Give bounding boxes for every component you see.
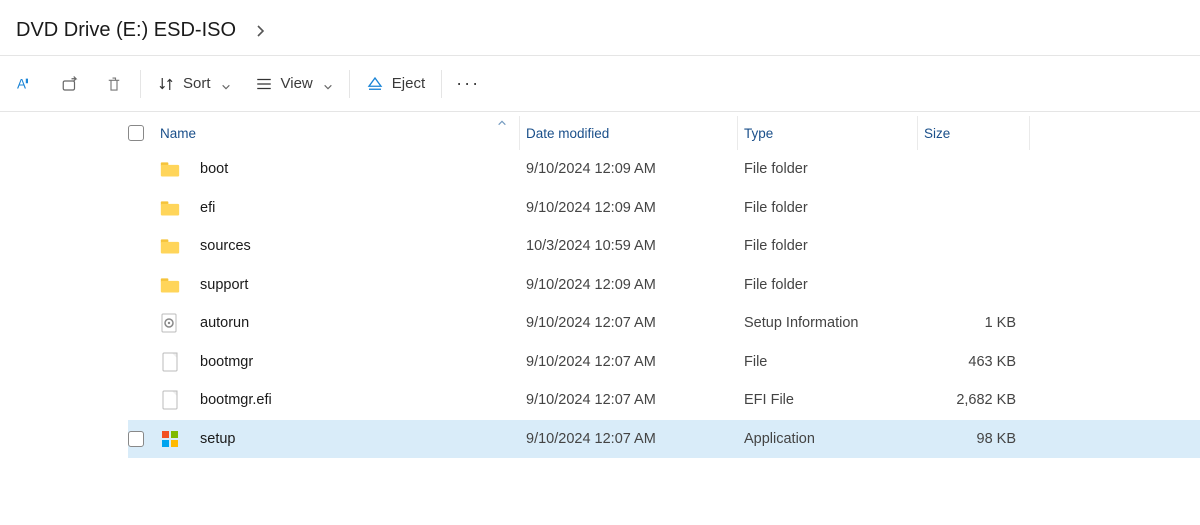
- file-name: bootmgr: [200, 354, 253, 370]
- eject-icon: [366, 75, 384, 93]
- file-row[interactable]: sources 10/3/2024 10:59 AMFile folder: [128, 227, 1200, 266]
- file-row[interactable]: bootmgr.efi 9/10/2024 12:07 AMEFI File2,6…: [128, 381, 1200, 420]
- view-button[interactable]: View: [243, 64, 345, 104]
- separator: [140, 70, 141, 98]
- column-header-type[interactable]: Type: [738, 116, 918, 150]
- file-name-cell[interactable]: autorun: [160, 313, 520, 333]
- share-button[interactable]: [48, 64, 92, 104]
- file-name: bootmgr.efi: [200, 392, 272, 408]
- row-checkbox[interactable]: [128, 431, 160, 447]
- separator: [441, 70, 442, 98]
- file-row[interactable]: setup 9/10/2024 12:07 AMApplication98 KB: [128, 420, 1200, 459]
- app-icon: [160, 429, 180, 449]
- folder-icon: [160, 159, 180, 179]
- cut-icon: A▮: [17, 75, 35, 93]
- column-header-name[interactable]: Name: [160, 116, 520, 150]
- view-icon: [255, 75, 273, 93]
- file-name: setup: [200, 431, 235, 447]
- file-name-cell[interactable]: support: [160, 275, 520, 295]
- file-type: File folder: [738, 200, 918, 216]
- file-name-cell[interactable]: bootmgr: [160, 352, 520, 372]
- folder-icon: [160, 198, 180, 218]
- column-header-row: Name Date modified Type Size: [0, 116, 1200, 150]
- breadcrumb: DVD Drive (E:) ESD-ISO: [0, 0, 1200, 56]
- file-row[interactable]: support 9/10/2024 12:09 AMFile folder: [128, 266, 1200, 305]
- file-name: boot: [200, 161, 228, 177]
- file-row[interactable]: efi 9/10/2024 12:09 AMFile folder: [128, 189, 1200, 228]
- file-date: 9/10/2024 12:07 AM: [520, 354, 738, 370]
- file-type: File folder: [738, 161, 918, 177]
- trash-icon: [105, 75, 123, 93]
- column-header-size[interactable]: Size: [918, 116, 1030, 150]
- file-date: 10/3/2024 10:59 AM: [520, 238, 738, 254]
- eject-label: Eject: [392, 75, 425, 92]
- eject-button[interactable]: Eject: [354, 64, 437, 104]
- file-row[interactable]: autorun 9/10/2024 12:07 AMSetup Informati…: [128, 304, 1200, 343]
- sort-chevron-up-icon: [497, 116, 507, 131]
- file-size: 2,682 KB: [918, 392, 1030, 408]
- view-label: View: [281, 75, 313, 92]
- file-type: File folder: [738, 277, 918, 293]
- file-name-cell[interactable]: bootmgr.efi: [160, 390, 520, 410]
- file-type: Application: [738, 431, 918, 447]
- sort-label: Sort: [183, 75, 211, 92]
- file-row[interactable]: boot 9/10/2024 12:09 AMFile folder: [128, 150, 1200, 189]
- cut-button[interactable]: A▮: [4, 64, 48, 104]
- file-name: autorun: [200, 315, 249, 331]
- file-date: 9/10/2024 12:09 AM: [520, 200, 738, 216]
- separator: [349, 70, 350, 98]
- file-type: Setup Information: [738, 315, 918, 331]
- file-row[interactable]: bootmgr 9/10/2024 12:07 AMFile463 KB: [128, 343, 1200, 382]
- chevron-down-icon: [323, 79, 333, 89]
- file-name-cell[interactable]: efi: [160, 198, 520, 218]
- file-type: File: [738, 354, 918, 370]
- file-date: 9/10/2024 12:09 AM: [520, 161, 738, 177]
- folder-icon: [160, 275, 180, 295]
- more-button[interactable]: ···: [446, 64, 490, 104]
- file-listing: Name Date modified Type Size boot 9/10/20…: [0, 112, 1200, 458]
- file-name-cell[interactable]: sources: [160, 236, 520, 256]
- file-date: 9/10/2024 12:09 AM: [520, 277, 738, 293]
- file-type: File folder: [738, 238, 918, 254]
- folder-icon: [160, 236, 180, 256]
- select-all-checkbox[interactable]: [128, 125, 160, 141]
- file-date: 9/10/2024 12:07 AM: [520, 315, 738, 331]
- file-icon: [160, 390, 180, 410]
- file-name: sources: [200, 238, 251, 254]
- sort-icon: [157, 75, 175, 93]
- share-icon: [61, 75, 79, 93]
- svg-text:▮: ▮: [25, 78, 28, 84]
- file-name-cell[interactable]: boot: [160, 159, 520, 179]
- file-name: support: [200, 277, 248, 293]
- file-name: efi: [200, 200, 215, 216]
- chevron-right-icon[interactable]: [254, 24, 268, 38]
- file-date: 9/10/2024 12:07 AM: [520, 392, 738, 408]
- more-icon: ···: [456, 73, 480, 94]
- settings-icon: [160, 313, 180, 333]
- file-size: 1 KB: [918, 315, 1030, 331]
- toolbar: A▮ Sort View Eject: [0, 56, 1200, 112]
- file-name-cell[interactable]: setup: [160, 429, 520, 449]
- file-type: EFI File: [738, 392, 918, 408]
- file-date: 9/10/2024 12:07 AM: [520, 431, 738, 447]
- file-icon: [160, 352, 180, 372]
- file-size: 98 KB: [918, 431, 1030, 447]
- delete-button[interactable]: [92, 64, 136, 104]
- column-header-date[interactable]: Date modified: [520, 116, 738, 150]
- file-size: 463 KB: [918, 354, 1030, 370]
- chevron-down-icon: [221, 79, 231, 89]
- sort-button[interactable]: Sort: [145, 64, 243, 104]
- breadcrumb-title[interactable]: DVD Drive (E:) ESD-ISO: [16, 19, 236, 42]
